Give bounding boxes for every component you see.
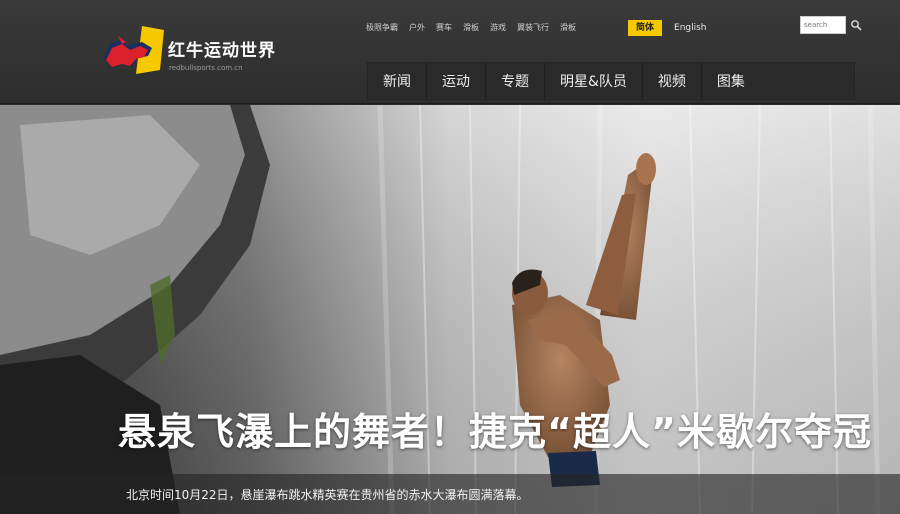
nav-item-galleries[interactable]: 图集	[702, 63, 760, 99]
hero-headline[interactable]: 悬泉飞瀑上的舞者！捷克“超人”米歇尔夺冠	[118, 401, 872, 456]
brand-url: redbullsports.com.cn	[169, 64, 243, 72]
top-link-bar: 极限争霸 户外 赛车 滑板 游戏 翼装飞行 滑板	[366, 22, 576, 33]
site-logo[interactable]: 红牛运动世界 redbullsports.com.cn	[102, 24, 292, 76]
top-link-wingsuit[interactable]: 翼装飞行	[517, 22, 549, 33]
hero-caption-bar: 北京时间10月22日，悬崖瀑布跳水精英赛在贵州省的赤水大瀑布圆满落幕。	[0, 474, 900, 514]
search-icon[interactable]	[850, 19, 862, 31]
top-link-skate-2[interactable]: 滑板	[560, 22, 576, 33]
top-link-skate[interactable]: 滑板	[463, 22, 479, 33]
top-link-outdoor[interactable]: 户外	[409, 22, 425, 33]
hero-caption: 北京时间10月22日，悬崖瀑布跳水精英赛在贵州省的赤水大瀑布圆满落幕。	[126, 488, 529, 502]
top-link-racing[interactable]: 赛车	[436, 22, 452, 33]
language-option-chinese[interactable]: 简体	[628, 20, 663, 36]
search-box	[800, 16, 862, 34]
language-option-english[interactable]: English	[666, 20, 715, 36]
top-link-games[interactable]: 游戏	[490, 22, 506, 33]
language-switcher: 简体 English	[628, 20, 715, 36]
nav-item-videos[interactable]: 视频	[643, 63, 702, 99]
top-link-extreme[interactable]: 极限争霸	[366, 22, 398, 33]
main-nav: 新闻 运动 专题 明星&队员 视频 图集	[367, 62, 855, 100]
hero-banner[interactable]: 悬泉飞瀑上的舞者！捷克“超人”米歇尔夺冠 北京时间10月22日，悬崖瀑布跳水精英…	[0, 105, 900, 514]
search-input[interactable]	[800, 16, 846, 34]
nav-item-news[interactable]: 新闻	[368, 63, 427, 99]
site-header: 红牛运动世界 redbullsports.com.cn 极限争霸 户外 赛车 滑…	[0, 0, 900, 104]
nav-item-sports[interactable]: 运动	[427, 63, 486, 99]
brand-name: 红牛运动世界	[168, 41, 276, 61]
red-bull-logo-icon	[104, 26, 164, 74]
nav-item-topics[interactable]: 专题	[486, 63, 545, 99]
nav-item-athletes[interactable]: 明星&队员	[545, 63, 643, 99]
